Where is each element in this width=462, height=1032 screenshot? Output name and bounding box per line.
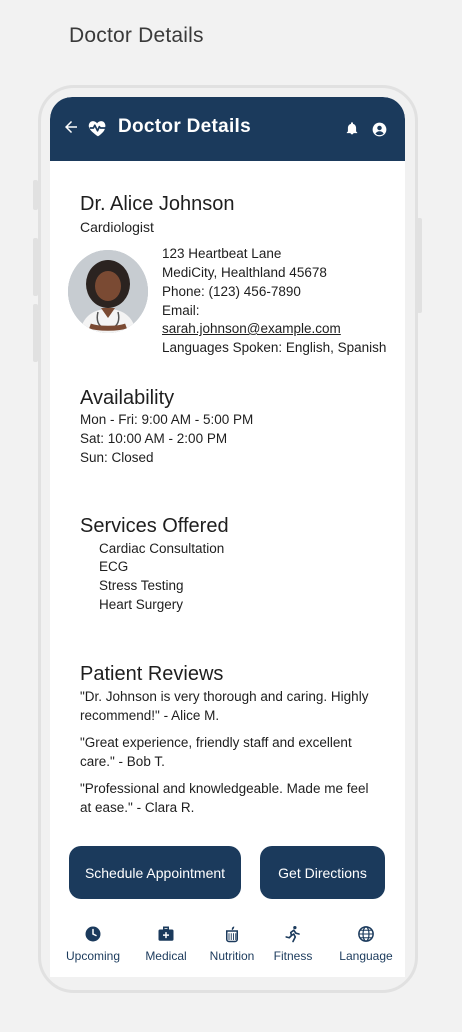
phone-number: Phone: (123) 456-7890 (162, 284, 301, 299)
arrow-left-icon[interactable] (62, 118, 80, 136)
address-line-2: MediCity, Healthland 45678 (162, 265, 327, 280)
user-circle-icon[interactable] (372, 122, 387, 137)
nav-item-upcoming[interactable]: Upcoming (58, 909, 128, 977)
globe-icon (358, 926, 374, 942)
nav-label: Fitness (273, 949, 313, 963)
service-item: Heart Surgery (99, 597, 184, 612)
review-item: "Dr. Johnson is very thorough and caring… (80, 689, 369, 723)
services-title: Services Offered (80, 515, 229, 537)
doctor-specialty: Cardiologist (80, 219, 154, 235)
doctor-photo-icon (68, 250, 148, 333)
doctor-name: Dr. Alice Johnson (80, 193, 235, 215)
get-directions-button[interactable]: Get Directions (260, 846, 385, 899)
reviews-title: Patient Reviews (80, 663, 224, 685)
review-item: "Professional and knowledgeable. Made me… (80, 781, 369, 815)
schedule-appointment-button[interactable]: Schedule Appointment (69, 846, 241, 899)
review-item: "Great experience, friendly staff and ex… (80, 735, 352, 769)
address-line-1: 123 Heartbeat Lane (162, 246, 282, 261)
clock-icon (85, 926, 101, 942)
nav-label: Upcoming (65, 949, 121, 963)
nav-label: Nutrition (209, 949, 255, 963)
email-link[interactable]: sarah.johnson@example.com (162, 321, 341, 336)
availability-line: Sun: Closed (80, 450, 154, 465)
phone-side-button (33, 238, 38, 296)
availability-line: Mon - Fri: 9:00 AM - 5:00 PM (80, 412, 254, 427)
running-icon (285, 925, 300, 943)
availability-title: Availability (80, 387, 175, 409)
service-item: Stress Testing (99, 578, 184, 593)
app-bar-title: Doctor Details (118, 116, 252, 137)
nav-label: Medical (145, 949, 187, 963)
phone-side-button (33, 180, 38, 210)
service-item: ECG (99, 559, 129, 574)
nav-item-language[interactable]: Language (331, 909, 401, 977)
medical-kit-icon (158, 926, 174, 941)
service-item: Cardiac Consultation (99, 541, 225, 556)
page-caption: Doctor Details (69, 24, 204, 47)
nutrition-icon (226, 926, 238, 943)
phone-power-button (417, 218, 422, 313)
languages-spoken: Languages Spoken: English, Spanish (162, 340, 387, 355)
nav-item-nutrition[interactable]: Nutrition (197, 909, 267, 977)
bell-icon[interactable] (345, 121, 359, 136)
bottom-nav: Upcoming Medical Nutrition Fitness Langu… (50, 909, 405, 977)
doctor-avatar (68, 250, 148, 333)
phone-side-button (33, 304, 38, 362)
app-bar: Doctor Details (50, 97, 405, 161)
email-label: Email: (162, 303, 200, 318)
heartbeat-icon (88, 121, 107, 137)
app-screen: Doctor Details Dr. Alice Johnson Cardiol… (50, 97, 405, 977)
nav-label: Language (339, 949, 393, 963)
nav-item-fitness[interactable]: Fitness (258, 909, 328, 977)
nav-item-medical[interactable]: Medical (131, 909, 201, 977)
availability-line: Sat: 10:00 AM - 2:00 PM (80, 431, 228, 446)
